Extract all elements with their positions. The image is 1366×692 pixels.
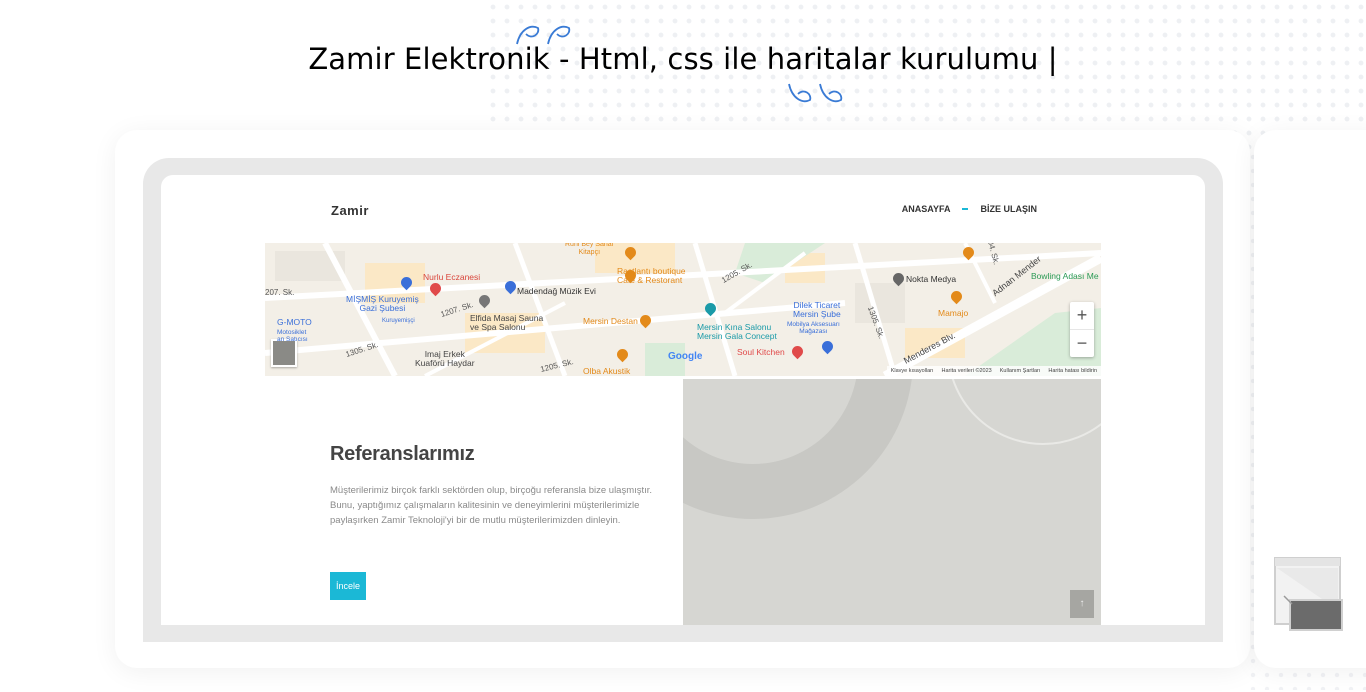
laptop-screen: Zamir ANASAYFA BİZE ULAŞIN 207. Sk. 1207…: [161, 175, 1205, 625]
map-attribution: Klavye kısayolları Harita verileri ©2023…: [886, 366, 1101, 376]
map-poi[interactable]: Mobilya Aksesuarı Mağazası: [787, 321, 840, 335]
map-poi[interactable]: Madendağ Müzik Evi: [517, 286, 596, 296]
map-data-label: Harita verileri ©2023: [941, 368, 992, 374]
map-poi[interactable]: Nokta Medya: [906, 274, 956, 284]
street-label: 207. Sk.: [265, 288, 295, 297]
map-poi[interactable]: MİŞMİŞ Kuruyemiş Gazi Şubesi: [346, 294, 419, 314]
references-title: Referanslarımız: [330, 443, 475, 465]
nav-home-link[interactable]: ANASAYFA: [902, 204, 951, 214]
map-poi[interactable]: Imaj Erkek Kuaförü Haydar: [415, 349, 475, 369]
keyboard-shortcuts-link[interactable]: Klavye kısayolları: [891, 368, 934, 374]
google-logo-text: Google: [668, 351, 703, 362]
map-poi[interactable]: Bowling Adası Me: [1031, 271, 1099, 281]
nav-contact-link[interactable]: BİZE ULAŞIN: [980, 204, 1037, 214]
scroll-to-top-button[interactable]: ↑: [1070, 590, 1094, 618]
map-poi[interactable]: Mamajo: [938, 308, 968, 318]
incele-button[interactable]: İncele: [330, 572, 366, 600]
map-poi[interactable]: Ruhi Bey Sahaf Kitapçı: [565, 243, 614, 256]
report-error-link[interactable]: Harita hatası bildirin: [1048, 368, 1097, 374]
windows-preview-icon: [1274, 557, 1343, 631]
references-section: Referanslarımız Müşterilerimiz birçok fa…: [265, 379, 683, 625]
page: Zamir Elektronik - Html, css ile harital…: [0, 0, 1366, 692]
google-map[interactable]: 207. Sk. 1207. Sk. 1305. Sk. 1205. Sk. 1…: [265, 243, 1101, 376]
page-headline: Zamir Elektronik - Html, css ile harital…: [308, 42, 1058, 76]
map-poi[interactable]: Dilek Ticaret Mersin Şube: [793, 300, 841, 320]
website-preview: Zamir ANASAYFA BİZE ULAŞIN 207. Sk. 1207…: [265, 175, 1101, 625]
zoom-in-button[interactable]: +: [1070, 302, 1094, 329]
map-poi[interactable]: G-MOTO: [277, 317, 312, 327]
terms-link[interactable]: Kullanım Şartları: [1000, 368, 1041, 374]
map-poi[interactable]: Rastlantı boutique Cafe & Restorant: [617, 266, 686, 286]
map-poi[interactable]: Motosiklet an Satıcısı: [277, 329, 308, 343]
map-poi[interactable]: Mersin Destan: [583, 316, 638, 326]
site-menu: ANASAYFA BİZE ULAŞIN: [902, 204, 1037, 214]
map-poi[interactable]: Nurlu Eczanesi: [423, 272, 480, 282]
site-logo[interactable]: Zamir: [331, 203, 369, 218]
map-poi[interactable]: Kuruyemişçi: [382, 318, 415, 325]
references-image: ↑: [683, 379, 1101, 625]
map-zoom-control: + −: [1070, 302, 1094, 357]
references-body: Müşterilerimiz birçok farklı sektörden o…: [330, 485, 653, 526]
zoom-out-button[interactable]: −: [1070, 330, 1094, 357]
site-navbar: Zamir ANASAYFA BİZE ULAŞIN: [265, 175, 1101, 243]
close-quote-icon: [788, 83, 843, 103]
map-poi[interactable]: Mersin Kına Salonu Mersin Gala Concept: [697, 322, 777, 342]
nav-separator: [962, 208, 969, 210]
map-poi[interactable]: Elfida Masaj Sauna ve Spa Salonu: [470, 313, 543, 333]
decorative-circles: [683, 379, 1101, 519]
map-poi[interactable]: Olba Akustik: [583, 366, 630, 376]
google-logo: Google: [668, 351, 702, 362]
map-poi[interactable]: Soul Kitchen: [737, 347, 785, 357]
